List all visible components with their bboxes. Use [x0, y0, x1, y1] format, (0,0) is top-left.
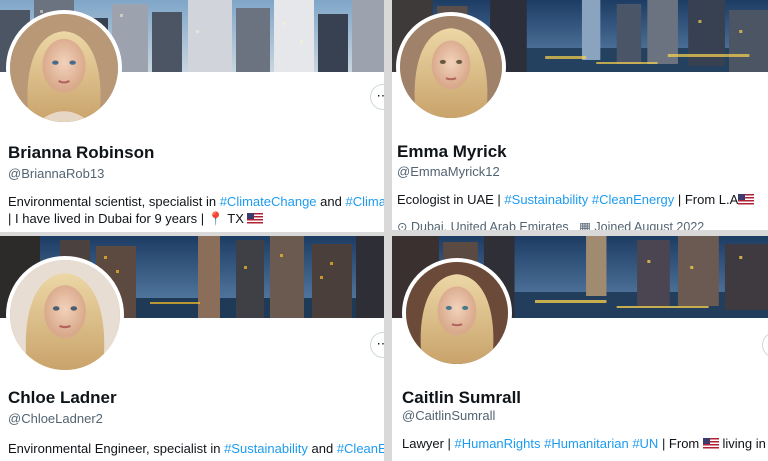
profile-card-chloe: ⋯ Chloe Ladner @ChloeLadner2 Environment… — [0, 236, 384, 461]
hashtag-link[interactable]: #UN — [632, 436, 658, 451]
bio-text: | From L.A — [674, 192, 739, 207]
more-dots-icon: ⋯ — [376, 336, 385, 351]
hashtag-link[interactable]: #ClimateChange — [220, 194, 317, 209]
bio-text: and — [307, 441, 337, 456]
us-flag-icon — [738, 194, 755, 205]
map-pin-icon: 📍 — [207, 211, 224, 226]
hashtag-link[interactable]: #HumanRights — [455, 436, 541, 451]
display-name: Brianna Robinson — [8, 143, 155, 162]
hashtag-link[interactable]: #CleanEn — [337, 441, 384, 456]
bio-text: Ecologist in UAE | — [397, 192, 505, 207]
display-name: Emma Myrick — [397, 142, 507, 161]
joined-text: Joined August 2022 — [594, 220, 705, 230]
hashtag-link[interactable]: #CleanEnergy — [592, 192, 674, 207]
us-flag-icon — [247, 213, 264, 224]
bio-line: | I have lived in Dubai for 9 years | 📍 … — [8, 210, 264, 228]
hashtag-link[interactable]: #Sustainability — [504, 192, 588, 207]
bio-text: living in UAE — [722, 436, 768, 451]
user-handle: @BriannaRob13 — [8, 166, 105, 181]
bio-line: Environmental scientist, specialist in #… — [8, 193, 384, 211]
bio-text: Environmental Engineer, specialist in — [8, 441, 225, 456]
hashtag-link[interactable]: #Sustainability — [224, 441, 308, 456]
avatar[interactable] — [396, 12, 506, 122]
bio-text: | From — [658, 436, 703, 451]
display-name: Caitlin Sumrall — [402, 388, 522, 407]
avatar[interactable] — [402, 258, 512, 368]
us-flag-icon — [702, 438, 719, 449]
more-button[interactable]: ⋯ — [370, 332, 384, 358]
more-button[interactable]: ⋯ — [370, 84, 384, 110]
bio-line: Ecologist in UAE | #Sustainability #Clea… — [397, 191, 755, 209]
profile-meta: ⊙ Dubai, United Arab Emirates ▦ Joined A… — [397, 219, 704, 230]
hashtag-link[interactable]: #Humanitarian — [544, 436, 629, 451]
map-pin-icon: ⊙ — [397, 220, 408, 230]
bio-text: Environmental scientist, specialist in — [8, 194, 220, 209]
profile-card-caitlin: ⋯ Caitlin Sumrall @CaitlinSumrall Lawyer… — [392, 236, 768, 461]
bio-text: | I have lived in Dubai for 9 years | — [8, 211, 208, 226]
user-handle: @ChloeLadner2 — [8, 411, 103, 426]
more-dots-icon: ⋯ — [376, 88, 385, 103]
display-name: Chloe Ladner — [8, 388, 117, 407]
bio-line: Lawyer | #HumanRights #Humanitarian #UN … — [402, 435, 768, 453]
avatar[interactable] — [6, 10, 122, 126]
calendar-icon: ▦ — [579, 220, 591, 230]
hashtag-link[interactable]: #Climat — [345, 194, 384, 209]
bio-text: and — [316, 194, 346, 209]
bio-line: Environmental Engineer, specialist in #S… — [8, 440, 384, 458]
profile-card-brianna: ⋯ Brianna Robinson @BriannaRob13 Environ… — [0, 0, 384, 232]
more-button[interactable]: ⋯ — [762, 332, 768, 358]
bio-text: Lawyer | — [402, 436, 455, 451]
bio-text: TX — [223, 211, 248, 226]
location-text: Dubai, United Arab Emirates — [410, 220, 569, 230]
user-handle: @CaitlinSumrall — [402, 408, 496, 423]
profile-card-emma: Emma Myrick @EmmaMyrick12 Ecologist in U… — [392, 0, 768, 230]
user-handle: @EmmaMyrick12 — [397, 164, 500, 179]
avatar[interactable] — [6, 256, 124, 374]
